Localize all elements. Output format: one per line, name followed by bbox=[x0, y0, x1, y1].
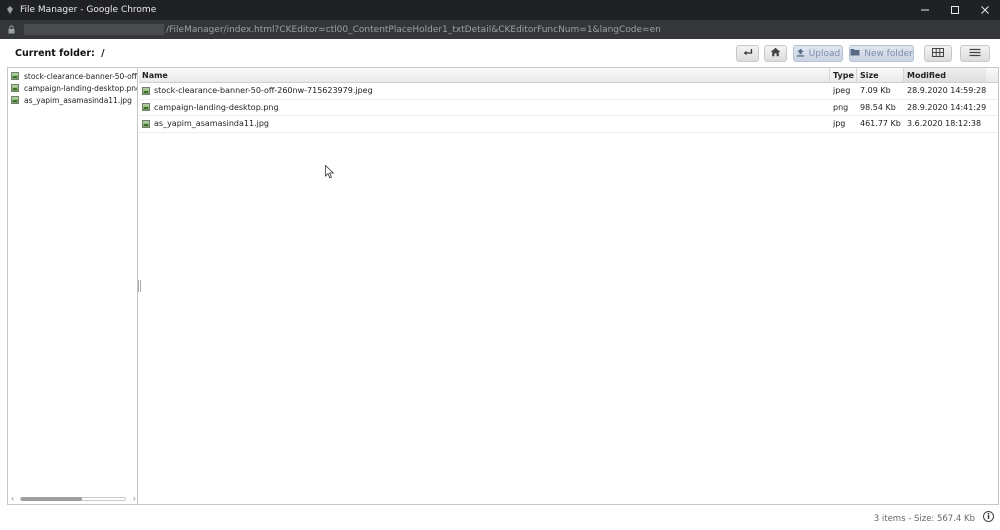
home-icon bbox=[770, 47, 781, 60]
grid-view-icon bbox=[932, 47, 944, 60]
minimize-button[interactable] bbox=[910, 0, 940, 20]
upload-icon bbox=[796, 48, 805, 60]
file-manager-main: stock-clearance-banner-50-off-260nw-7156… bbox=[7, 67, 999, 505]
file-modified: 28.9.2020 14:41:29 bbox=[907, 102, 986, 112]
file-type: jpg bbox=[833, 119, 846, 129]
file-size: 7.09 Kb bbox=[860, 86, 891, 96]
table-row[interactable]: stock-clearance-banner-50-off-260nw-7156… bbox=[139, 83, 998, 100]
url-text: /FileManager/index.html?CKEditor=ctl00_C… bbox=[166, 24, 661, 35]
thumbnails-view-button[interactable] bbox=[924, 45, 952, 62]
file-size: 461.77 Kb bbox=[860, 119, 901, 129]
folder-icon bbox=[850, 48, 860, 59]
column-header-size[interactable]: Size bbox=[857, 68, 904, 82]
image-file-icon bbox=[11, 96, 19, 104]
tree-item[interactable]: as_yapim_asamasinda11.jpg bbox=[8, 94, 137, 106]
status-bar: 3 items - Size: 567.4 Kb i bbox=[0, 505, 1000, 530]
maximize-button[interactable] bbox=[940, 0, 970, 20]
tree-item-label: campaign-landing-desktop.png bbox=[24, 83, 138, 93]
list-view-button[interactable] bbox=[960, 45, 990, 62]
image-file-icon bbox=[11, 84, 19, 92]
file-modified: 28.9.2020 14:59:28 bbox=[907, 86, 986, 96]
scroll-right-icon[interactable]: › bbox=[133, 494, 136, 503]
upload-label: Upload bbox=[808, 48, 841, 59]
current-folder-label: Current folder: bbox=[15, 48, 95, 59]
tree-item-label: stock-clearance-banner-50-off-260nw-7156… bbox=[24, 71, 137, 81]
file-name: as_yapim_asamasinda11.jpg bbox=[154, 119, 270, 129]
toolbar: Current folder: / Upload New folder bbox=[0, 39, 1000, 67]
file-type: png bbox=[833, 102, 849, 112]
image-file-icon bbox=[11, 72, 19, 80]
column-header-name[interactable]: Name bbox=[139, 68, 830, 82]
window-titlebar: File Manager - Google Chrome bbox=[0, 0, 1000, 20]
url-host-redacted bbox=[24, 24, 164, 35]
status-text: 3 items - Size: 567.4 Kb bbox=[873, 514, 975, 524]
tree-horizontal-scrollbar[interactable]: ‹ › bbox=[8, 494, 137, 504]
file-name: campaign-landing-desktop.png bbox=[154, 102, 279, 112]
file-name: stock-clearance-banner-50-off-260nw-7156… bbox=[154, 86, 373, 96]
lock-icon bbox=[8, 25, 18, 34]
file-list-header: Name Type Size Modified bbox=[139, 68, 998, 83]
address-bar[interactable]: /FileManager/index.html?CKEditor=ctl00_C… bbox=[0, 20, 1000, 39]
folder-tree[interactable]: stock-clearance-banner-50-off-260nw-7156… bbox=[8, 68, 138, 504]
scroll-thumb[interactable] bbox=[21, 497, 82, 501]
current-folder-path: / bbox=[101, 48, 105, 59]
file-name-cell: stock-clearance-banner-50-off-260nw-7156… bbox=[139, 83, 830, 99]
close-button[interactable] bbox=[970, 0, 1000, 20]
mouse-cursor-icon bbox=[325, 164, 335, 179]
image-file-icon bbox=[142, 86, 150, 95]
file-name-cell: campaign-landing-desktop.png bbox=[139, 100, 830, 116]
upload-button[interactable]: Upload bbox=[793, 45, 843, 62]
table-row[interactable]: as_yapim_asamasinda11.jpg jpg 461.77 Kb … bbox=[139, 116, 998, 133]
home-button[interactable] bbox=[764, 45, 787, 62]
tree-item[interactable]: campaign-landing-desktop.png bbox=[8, 82, 137, 94]
tree-item-label: as_yapim_asamasinda11.jpg bbox=[24, 95, 132, 105]
column-header-modified[interactable]: Modified bbox=[904, 68, 986, 82]
new-folder-button[interactable]: New folder bbox=[849, 45, 914, 62]
file-modified: 3.6.2020 18:12:38 bbox=[907, 119, 982, 129]
column-header-type[interactable]: Type bbox=[830, 68, 857, 82]
image-file-icon bbox=[142, 103, 150, 112]
image-file-icon bbox=[142, 119, 150, 128]
back-button[interactable] bbox=[736, 45, 759, 62]
window-title: File Manager - Google Chrome bbox=[20, 5, 157, 15]
info-icon[interactable]: i bbox=[983, 511, 994, 522]
file-name-cell: as_yapim_asamasinda11.jpg bbox=[139, 116, 830, 132]
chrome-icon bbox=[5, 5, 15, 15]
current-folder: Current folder: / bbox=[15, 48, 105, 59]
file-type: jpeg bbox=[833, 86, 851, 96]
table-row[interactable]: campaign-landing-desktop.png png 98.54 K… bbox=[139, 100, 998, 116]
new-folder-label: New folder bbox=[864, 48, 913, 59]
file-size: 98.54 Kb bbox=[860, 102, 896, 112]
file-list: Name Type Size Modified stock-clearance-… bbox=[139, 68, 998, 504]
return-arrow-icon bbox=[742, 48, 753, 60]
list-view-icon bbox=[969, 48, 981, 60]
tree-item[interactable]: stock-clearance-banner-50-off-260nw-7156… bbox=[8, 70, 137, 82]
scroll-left-icon[interactable]: ‹ bbox=[11, 494, 14, 503]
